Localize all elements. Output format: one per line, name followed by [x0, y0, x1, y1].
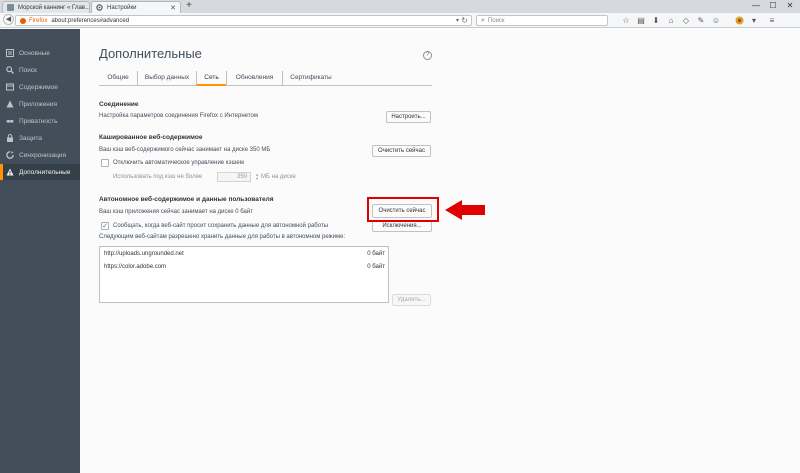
close-tab-icon[interactable]: ✕: [170, 4, 176, 12]
sidebar-item-search[interactable]: Поиск: [0, 62, 80, 78]
navigation-toolbar: ◀ Firefox about:preferences#advanced ▾ ↻…: [0, 13, 800, 28]
sidebar-item-content[interactable]: Содержимое: [0, 79, 80, 95]
tab-strip: Морской каннинг « Глав... Настройки ✕ + …: [0, 0, 800, 13]
url-bar[interactable]: Firefox about:preferences#advanced ▾ ↻: [15, 15, 472, 26]
reading-list-icon[interactable]: ▤: [635, 15, 647, 26]
minimize-button[interactable]: —: [748, 0, 764, 11]
tab-network[interactable]: Сеть: [196, 71, 226, 86]
sidebar-item-sync[interactable]: Синхронизация: [0, 147, 80, 163]
content-icon: [6, 83, 14, 91]
browser-tab-title: Настройки: [107, 4, 137, 11]
offline-site-list[interactable]: http://uploads.ungrounded.net 0 байт htt…: [99, 246, 389, 303]
back-button[interactable]: ◀: [3, 14, 14, 25]
site-size: 0 байт: [367, 264, 385, 270]
page-title: Дополнительные: [99, 46, 202, 61]
tab-general[interactable]: Общие: [99, 71, 137, 86]
search-icon: [6, 66, 14, 74]
remove-site-button[interactable]: Удалить...: [392, 294, 431, 306]
preferences-sidebar: Основные Поиск Содержимое Приложения При…: [0, 29, 80, 473]
list-item[interactable]: https://color.adobe.com 0 байт: [100, 261, 388, 273]
site-size: 0 байт: [367, 251, 385, 257]
preferences-pane: Дополнительные ? Общие Выбор данных Сеть…: [80, 29, 800, 473]
privacy-icon: [6, 117, 14, 125]
cache-description: Ваш кэш веб-содержимого сейчас занимает …: [99, 147, 271, 153]
close-window-button[interactable]: ✕: [782, 0, 798, 11]
sidebar-item-label: Синхронизация: [19, 151, 67, 159]
lock-icon: [6, 134, 14, 142]
annotation-highlight-box: [367, 197, 439, 222]
cache-limit-prefix: Использовать под кэш не более: [113, 174, 203, 180]
clear-cache-button[interactable]: Очистить сейчас: [372, 145, 431, 157]
emoji-icon[interactable]: ☺: [710, 15, 722, 26]
sidebar-item-general[interactable]: Основные: [0, 45, 80, 61]
sidebar-item-label: Защита: [19, 134, 43, 142]
addon-dropdown-icon[interactable]: ▾: [748, 15, 760, 26]
sidebar-item-label: Поиск: [19, 66, 38, 74]
pocket-icon[interactable]: ◇: [680, 15, 692, 26]
list-item[interactable]: http://uploads.ungrounded.net 0 байт: [100, 248, 388, 260]
browser-tab-2[interactable]: Настройки ✕: [91, 1, 181, 13]
gear-icon: [96, 4, 103, 11]
advanced-icon: [6, 168, 14, 176]
sidebar-item-label: Основные: [19, 49, 50, 57]
offline-section-title: Автономное веб-содержимое и данные польз…: [99, 196, 274, 203]
notify-offline-label: Сообщать, когда веб-сайт просит сохранит…: [113, 223, 329, 229]
download-icon[interactable]: ⬇: [650, 15, 662, 26]
annotation-arrow-icon: [445, 200, 485, 220]
pane-tabs: Общие Выбор данных Сеть Обновления Серти…: [99, 71, 432, 86]
sidebar-item-label: Приложения: [19, 100, 58, 108]
addon-icon[interactable]: [733, 15, 745, 26]
cache-limit-value: 350: [236, 174, 247, 180]
bookmark-star-icon[interactable]: ☆: [620, 15, 632, 26]
site-list-caption: Следующим веб-сайтам разрешено хранить д…: [99, 234, 346, 240]
spinner-icon: ▲ ▼: [255, 172, 259, 181]
cache-section-title: Кашированное веб-содержимое: [99, 134, 203, 141]
search-icon: ⌕: [481, 16, 485, 24]
new-tab-button[interactable]: +: [183, 1, 195, 12]
general-icon: [6, 49, 14, 57]
url-dropdown-icon[interactable]: ▾: [456, 17, 459, 24]
menu-icon[interactable]: ≡: [766, 15, 778, 26]
tab-data-choices[interactable]: Выбор данных: [137, 71, 196, 86]
help-icon[interactable]: ?: [423, 51, 432, 60]
url-brand-label: Firefox: [29, 17, 48, 24]
site-url: http://uploads.ungrounded.net: [104, 251, 184, 257]
tab-certificates[interactable]: Сертификаты: [282, 71, 339, 86]
cache-limit-suffix: МБ на диске: [261, 174, 296, 180]
home-icon[interactable]: ⌂: [665, 15, 677, 26]
tab-updates[interactable]: Обновления: [226, 71, 282, 86]
firefox-icon: [20, 17, 26, 24]
sidebar-item-applications[interactable]: Приложения: [0, 96, 80, 112]
notify-offline-checkbox[interactable]: ✓: [101, 222, 109, 230]
override-cache-label: Отключить автоматическое управление кэше…: [113, 160, 244, 166]
sidebar-item-security[interactable]: Защита: [0, 130, 80, 146]
sync-icon: [6, 151, 14, 159]
sidebar-item-privacy[interactable]: Приватность: [0, 113, 80, 129]
connection-settings-button[interactable]: Настроить...: [386, 111, 431, 123]
browser-tab-1[interactable]: Морской каннинг « Глав...: [2, 1, 90, 13]
sidebar-item-advanced[interactable]: Дополнительные: [0, 164, 80, 180]
cache-limit-input: 350 ▲ ▼: [217, 172, 259, 182]
search-bar[interactable]: ⌕ Поиск: [476, 15, 608, 26]
site-favicon-icon: [7, 4, 14, 11]
override-cache-checkbox[interactable]: [101, 159, 109, 167]
browser-tab-title: Морской каннинг « Глав...: [18, 4, 90, 11]
url-text[interactable]: about:preferences#advanced: [51, 18, 129, 24]
search-input[interactable]: Поиск: [488, 18, 505, 24]
back-arrow-icon: ◀: [5, 16, 12, 23]
sidebar-item-label: Приватность: [19, 117, 58, 125]
applications-icon: [6, 100, 14, 108]
site-url: https://color.adobe.com: [104, 264, 167, 270]
connection-description: Настройка параметров соединения Firefox …: [99, 113, 258, 119]
offline-description: Ваш кэш приложения сейчас занимает на ди…: [99, 209, 253, 215]
reload-icon[interactable]: ↻: [461, 16, 468, 26]
sidebar-item-label: Содержимое: [19, 83, 58, 91]
maximize-button[interactable]: ☐: [765, 0, 781, 11]
sidebar-item-label: Дополнительные: [19, 168, 71, 176]
connection-section-title: Соединение: [99, 101, 139, 108]
wrench-icon[interactable]: ✎: [695, 15, 707, 26]
